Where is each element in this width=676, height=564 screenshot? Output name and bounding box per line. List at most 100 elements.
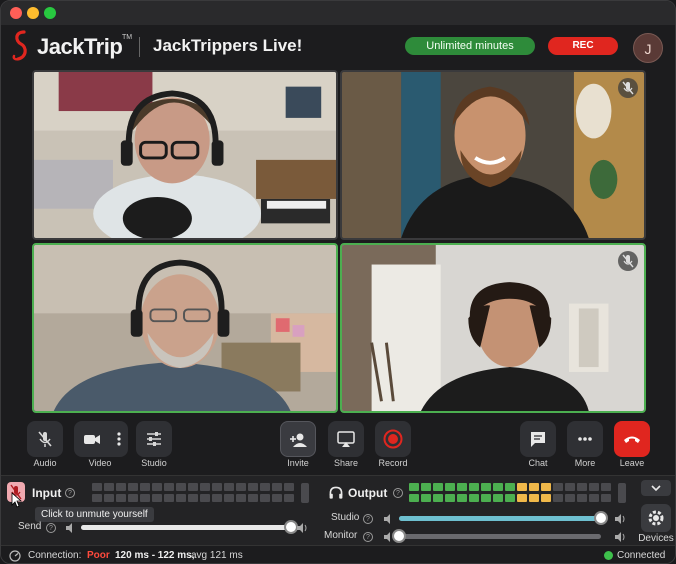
meter-segment bbox=[272, 483, 282, 491]
logo-trademark: TM bbox=[122, 34, 133, 41]
meter-segment bbox=[421, 483, 431, 491]
video-tile-3[interactable] bbox=[32, 243, 338, 413]
meter-segment bbox=[236, 483, 246, 491]
monitor-volume-label: Monitor bbox=[324, 530, 358, 541]
meter-segment bbox=[248, 483, 258, 491]
meter-segment bbox=[164, 494, 174, 502]
output-peak-indicator bbox=[618, 483, 626, 503]
invite-button[interactable] bbox=[280, 421, 316, 457]
participant-video-1 bbox=[34, 72, 336, 238]
output-label: Output bbox=[348, 486, 388, 500]
monitor-help-icon[interactable]: ? bbox=[363, 532, 373, 542]
studio-volume-slider[interactable] bbox=[399, 511, 608, 525]
meter-segment bbox=[260, 483, 270, 491]
meter-segment bbox=[188, 483, 198, 491]
minutes-badge[interactable]: Unlimited minutes bbox=[405, 37, 535, 55]
meter-segment bbox=[272, 494, 282, 502]
chat-button[interactable] bbox=[520, 421, 556, 457]
connected-status: Connected bbox=[617, 550, 666, 561]
monitor-slider-knob[interactable] bbox=[392, 529, 406, 543]
chat-icon bbox=[531, 432, 545, 447]
more-button[interactable] bbox=[567, 421, 603, 457]
connection-quality: Poor bbox=[87, 550, 110, 561]
input-help-icon[interactable]: ? bbox=[65, 488, 75, 498]
meter-segment bbox=[104, 483, 114, 491]
meter-segment bbox=[248, 494, 258, 502]
output-level-meter bbox=[409, 483, 615, 502]
video-button[interactable] bbox=[74, 421, 128, 457]
audio-button[interactable] bbox=[27, 421, 63, 457]
gear-icon bbox=[648, 510, 664, 526]
meter-segment bbox=[553, 494, 563, 502]
close-window-button[interactable] bbox=[10, 7, 22, 19]
jacktrip-logo-icon bbox=[12, 30, 27, 61]
headphones-icon bbox=[329, 486, 343, 499]
meter-segment bbox=[409, 494, 419, 502]
video-camera-icon bbox=[84, 435, 100, 444]
meter-segment bbox=[541, 483, 551, 491]
meter-segment bbox=[565, 483, 575, 491]
chevron-down-icon bbox=[651, 485, 661, 492]
header-divider bbox=[139, 37, 140, 57]
meter-segment bbox=[140, 483, 150, 491]
meter-segment bbox=[433, 483, 443, 491]
participant-muted-icon bbox=[618, 251, 638, 271]
studio-button[interactable] bbox=[136, 421, 172, 457]
recording-badge[interactable]: REC bbox=[548, 37, 618, 55]
share-button[interactable] bbox=[328, 421, 364, 457]
send-volume-slider[interactable] bbox=[81, 520, 298, 534]
meter-segment bbox=[92, 494, 102, 502]
minimize-window-button[interactable] bbox=[27, 7, 39, 19]
studio-slider-fill bbox=[399, 516, 601, 521]
participant-muted-icon bbox=[618, 78, 638, 98]
meter-segment bbox=[152, 494, 162, 502]
video-tile-1[interactable] bbox=[32, 70, 338, 240]
more-dots-icon bbox=[578, 437, 592, 441]
record-button[interactable] bbox=[375, 421, 411, 457]
meter-segment bbox=[164, 483, 174, 491]
output-help-icon[interactable]: ? bbox=[393, 488, 403, 498]
volume-high-icon bbox=[615, 514, 625, 524]
user-avatar[interactable]: J bbox=[633, 33, 663, 63]
record-label: Record bbox=[378, 458, 408, 468]
latency-range: 120 ms - 122 ms, bbox=[115, 550, 195, 561]
video-tile-4[interactable] bbox=[340, 243, 646, 413]
meter-segment bbox=[212, 494, 222, 502]
meter-segment bbox=[493, 494, 503, 502]
meter-segment bbox=[128, 494, 138, 502]
zoom-window-button[interactable] bbox=[44, 7, 56, 19]
volume-low-icon bbox=[66, 523, 72, 533]
logo-wordmark: JackTrip bbox=[37, 34, 123, 59]
app-window: JackTrip TM JackTrippers Live! Unlimited… bbox=[0, 0, 676, 564]
meter-segment bbox=[493, 483, 503, 491]
screen-share-icon bbox=[337, 431, 355, 447]
video-options-icon[interactable] bbox=[116, 429, 122, 449]
video-tile-2[interactable] bbox=[340, 70, 646, 240]
send-help-icon[interactable]: ? bbox=[46, 523, 56, 533]
meter-segment bbox=[176, 483, 186, 491]
hang-up-icon bbox=[624, 436, 640, 443]
meter-segment bbox=[116, 483, 126, 491]
meter-segment bbox=[200, 483, 210, 491]
window-titlebar bbox=[1, 1, 675, 25]
meter-segment bbox=[517, 494, 527, 502]
audio-label: Audio bbox=[33, 458, 57, 468]
studio-slider-knob[interactable] bbox=[594, 511, 608, 525]
meter-segment bbox=[421, 494, 431, 502]
meter-segment bbox=[601, 494, 611, 502]
meter-segment bbox=[601, 483, 611, 491]
input-label: Input bbox=[32, 486, 62, 500]
studio-label: Studio bbox=[141, 458, 167, 468]
leave-label: Leave bbox=[619, 458, 645, 468]
studio-help-icon[interactable]: ? bbox=[363, 514, 373, 524]
devices-button[interactable] bbox=[641, 504, 671, 532]
participant-video-2 bbox=[342, 72, 644, 238]
meter-segment bbox=[176, 494, 186, 502]
collapse-mixer-button[interactable] bbox=[641, 480, 671, 496]
leave-button[interactable] bbox=[614, 421, 650, 457]
app-header: JackTrip TM JackTrippers Live! Unlimited… bbox=[1, 25, 675, 69]
monitor-volume-slider[interactable] bbox=[392, 529, 601, 543]
mic-off-icon bbox=[38, 431, 52, 447]
meter-segment bbox=[188, 494, 198, 502]
participant-video-3 bbox=[34, 245, 336, 411]
